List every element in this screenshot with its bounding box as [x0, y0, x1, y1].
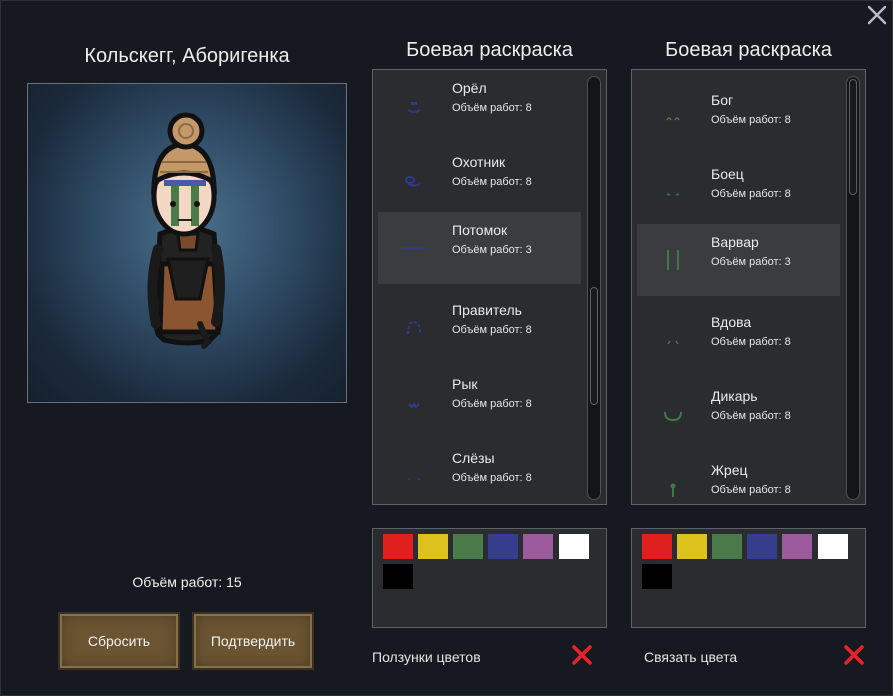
link-colors-toggle[interactable] [842, 643, 866, 667]
left-column-title: Боевая раскраска [406, 39, 573, 61]
barbarian-paint-icon [655, 242, 691, 278]
color-swatch-blue[interactable] [747, 534, 777, 559]
list-item-work: Объём работ: 3 [452, 244, 532, 256]
right-tattoo-list: Бог Объём работ: 8 Боец Объём работ: 8 В… [631, 69, 866, 505]
hunter-paint-icon [396, 162, 432, 198]
tears-paint-icon [396, 458, 432, 494]
color-swatch-red[interactable] [642, 534, 672, 559]
right-list-scrollbar[interactable] [846, 76, 860, 500]
descendant-paint-icon [396, 230, 432, 266]
color-swatch-yellow[interactable] [677, 534, 707, 559]
pawn-portrait [27, 83, 347, 403]
list-item-work: Объём работ: 8 [711, 336, 791, 348]
list-item-work: Объём работ: 8 [452, 176, 532, 188]
savage-paint-icon [655, 396, 691, 432]
list-item-work: Объём работ: 8 [452, 398, 532, 410]
pawn-title: Кольскегг, Аборигенка [84, 45, 290, 67]
eagle-paint-icon [396, 88, 432, 124]
left-scroll-thumb[interactable] [590, 287, 598, 405]
ruler-paint-icon [396, 310, 432, 346]
list-item-fighter[interactable]: Боец Объём работ: 8 [637, 156, 840, 228]
color-swatch-yellow[interactable] [418, 534, 448, 559]
list-item-work: Объём работ: 8 [711, 114, 791, 126]
list-item-roar[interactable]: Рык Объём работ: 8 [378, 366, 581, 438]
list-item-label: Рык [452, 376, 478, 392]
close-icon [867, 5, 887, 25]
list-item-label: Потомок [452, 222, 508, 238]
list-item-work: Объём работ: 8 [452, 324, 532, 336]
list-item-work: Объём работ: 8 [452, 472, 532, 484]
left-tattoo-list: Орёл Объём работ: 8 Охотник Объём работ:… [372, 69, 607, 505]
list-item-widow[interactable]: Вдова Объём работ: 8 [637, 304, 840, 376]
cross-icon [844, 645, 864, 665]
fighter-paint-icon [655, 174, 691, 210]
color-swatch-purple[interactable] [782, 534, 812, 559]
color-swatch-black[interactable] [383, 564, 413, 589]
list-item-hunter[interactable]: Охотник Объём работ: 8 [378, 144, 581, 216]
close-dialog-button[interactable] [866, 4, 888, 26]
list-item-label: Бог [711, 92, 734, 108]
reset-button[interactable]: Сбросить [58, 612, 180, 670]
list-item-barbarian[interactable]: Варвар Объём работ: 3 [637, 224, 840, 296]
right-column-title: Боевая раскраска [665, 39, 832, 61]
color-swatch-white[interactable] [559, 534, 589, 559]
left-color-palette [372, 528, 607, 628]
list-item-tears[interactable]: Слёзы Объём работ: 8 [378, 440, 581, 504]
list-item-label: Вдова [711, 314, 752, 330]
list-item-label: Правитель [452, 302, 522, 318]
right-color-palette [631, 528, 866, 628]
list-item-label: Дикарь [711, 388, 758, 404]
list-item-label: Охотник [452, 154, 506, 170]
list-item-label: Жрец [711, 462, 748, 478]
widow-paint-icon [655, 322, 691, 358]
color-sliders-toggle[interactable] [570, 643, 594, 667]
cross-icon [572, 645, 592, 665]
color-swatch-blue[interactable] [488, 534, 518, 559]
list-item-priest[interactable]: Жрец Объём работ: 8 [637, 452, 840, 504]
color-sliders-label: Ползунки цветов [372, 649, 481, 665]
priest-paint-icon [655, 470, 691, 504]
color-swatch-white[interactable] [818, 534, 848, 559]
right-scroll-thumb[interactable] [849, 79, 857, 195]
roar-paint-icon [396, 384, 432, 420]
list-item-ruler[interactable]: Правитель Объём работ: 8 [378, 292, 581, 364]
color-swatch-green[interactable] [712, 534, 742, 559]
color-swatch-purple[interactable] [523, 534, 553, 559]
list-item-god[interactable]: Бог Объём работ: 8 [637, 82, 840, 154]
style-dialog: Кольскегг, Аборигенка Объём работ: 15 Сб… [0, 0, 893, 696]
work-total-label: Объём работ: 15 [132, 574, 242, 590]
list-item-descendant[interactable]: Потомок Объём работ: 3 [378, 212, 581, 284]
list-item-work: Объём работ: 8 [711, 188, 791, 200]
link-colors-label: Связать цвета [644, 649, 738, 665]
pawn-figure-icon [147, 112, 225, 349]
list-item-label: Боец [711, 166, 744, 182]
list-item-work: Объём работ: 8 [711, 410, 791, 422]
list-item-work: Объём работ: 8 [711, 484, 791, 496]
list-item-label: Орёл [452, 80, 487, 96]
list-item-work: Объём работ: 8 [452, 102, 532, 114]
confirm-button[interactable]: Подтвердить [192, 612, 314, 670]
list-item-eagle[interactable]: Орёл Объём работ: 8 [378, 70, 581, 142]
color-swatch-red[interactable] [383, 534, 413, 559]
list-item-label: Слёзы [452, 450, 495, 466]
color-swatch-black[interactable] [642, 564, 672, 589]
list-item-work: Объём работ: 3 [711, 256, 791, 268]
god-paint-icon [655, 100, 691, 136]
list-item-savage[interactable]: Дикарь Объём работ: 8 [637, 378, 840, 450]
list-item-label: Варвар [711, 234, 759, 250]
left-list-scrollbar[interactable] [587, 76, 601, 500]
color-swatch-green[interactable] [453, 534, 483, 559]
